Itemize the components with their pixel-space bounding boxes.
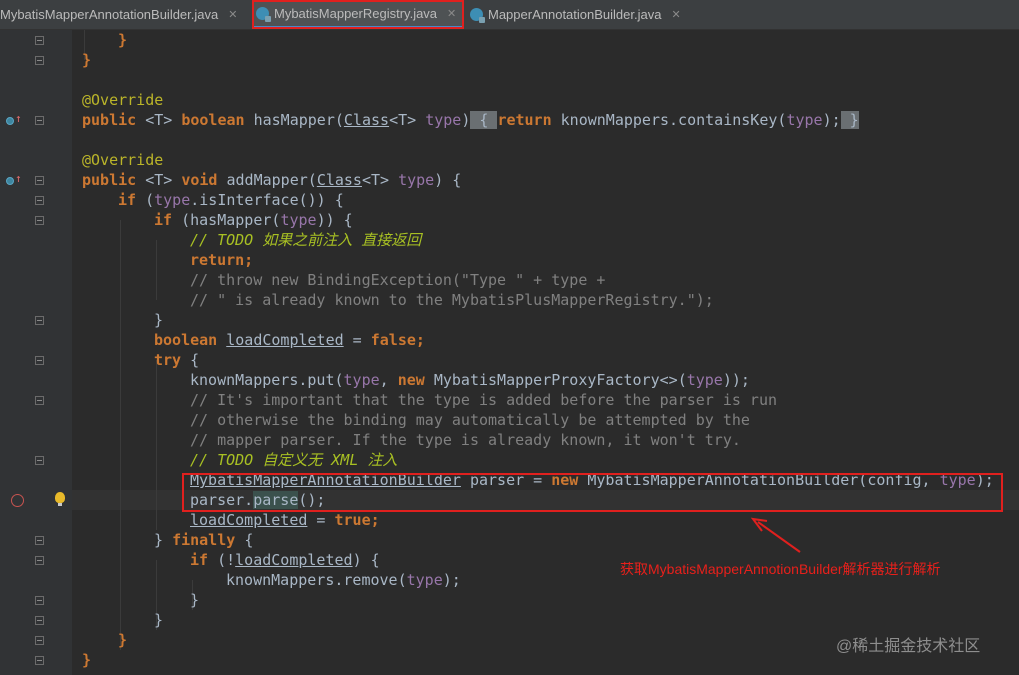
tab-mybatis-mapper-annotation-builder[interactable]: MybatisMapperAnnotationBuilder.java ✕	[0, 0, 246, 29]
code-line: // It's important that the type is added…	[190, 391, 777, 409]
code-line: }	[82, 651, 92, 669]
code-line: try {	[154, 351, 200, 369]
highlight-box	[182, 473, 1003, 512]
code-line: // mapper parser. If the type is already…	[190, 431, 741, 449]
fold-marker-icon[interactable]	[35, 116, 44, 125]
fold-marker-icon[interactable]	[35, 216, 44, 225]
fold-marker-icon[interactable]	[35, 536, 44, 545]
code-line: } finally {	[154, 531, 254, 549]
code-line: knownMappers.put(type, new MybatisMapper…	[190, 371, 750, 389]
code-line: }	[190, 591, 200, 609]
code-line: loadCompleted = true;	[190, 511, 380, 529]
implements-method-icon[interactable]: ↑	[6, 113, 22, 126]
code-line: return;	[190, 251, 254, 269]
tab-label: MybatisMapperAnnotationBuilder.java	[0, 7, 219, 22]
java-class-icon	[470, 8, 485, 23]
fold-marker-icon[interactable]	[35, 556, 44, 565]
code-line: }	[154, 611, 164, 629]
code-line: if (type.isInterface()) {	[118, 191, 344, 209]
tab-label: MybatisMapperRegistry.java	[274, 5, 438, 21]
fold-marker-icon[interactable]	[35, 616, 44, 625]
editor-gutter: ↑ ↑	[0, 30, 72, 675]
editor-tab-bar: MybatisMapperAnnotationBuilder.java ✕ My…	[0, 0, 1019, 30]
code-line: }	[118, 31, 128, 49]
watermark: @稀土掘金技术社区	[836, 638, 981, 655]
code-line: }	[82, 51, 92, 69]
code-line: if (!loadCompleted) {	[190, 551, 380, 569]
fold-marker-icon[interactable]	[35, 636, 44, 645]
breakpoint-icon[interactable]	[11, 494, 24, 507]
tab-mybatis-mapper-registry[interactable]: MybatisMapperRegistry.java ✕	[252, 0, 464, 29]
fold-marker-icon[interactable]	[35, 176, 44, 185]
code-line: // TODO 自定义无 XML 注入	[190, 451, 398, 469]
code-line: if (hasMapper(type)) {	[154, 211, 353, 229]
code-line: @Override	[82, 91, 164, 109]
fold-marker-icon[interactable]	[35, 316, 44, 325]
fold-marker-icon[interactable]	[35, 36, 44, 45]
fold-marker-icon[interactable]	[35, 356, 44, 365]
annotation-text: 获取MybatisMapperAnnotionBuilder解析器进行解析	[620, 561, 941, 577]
lightbulb-icon[interactable]	[55, 492, 65, 506]
code-line: }	[154, 311, 164, 329]
java-class-icon	[256, 6, 271, 22]
code-line: @Override	[82, 151, 164, 169]
code-line: }	[118, 631, 128, 649]
code-line: knownMappers.remove(type);	[226, 571, 461, 589]
implements-method-icon[interactable]: ↑	[6, 173, 22, 186]
code-line: // throw new BindingException("Type " + …	[190, 271, 606, 289]
code-line: public <T> boolean hasMapper(Class<T> ty…	[82, 111, 859, 129]
tab-label: MapperAnnotationBuilder.java	[488, 7, 662, 22]
tab-mapper-annotation-builder[interactable]: MapperAnnotationBuilder.java ✕	[466, 0, 692, 29]
code-line: public <T> void addMapper(Class<T> type)…	[82, 171, 462, 189]
close-icon[interactable]: ✕	[228, 8, 237, 21]
close-icon[interactable]: ✕	[671, 8, 680, 21]
code-line: // otherwise the binding may automatical…	[190, 411, 750, 429]
close-icon[interactable]: ✕	[447, 7, 456, 20]
fold-marker-icon[interactable]	[35, 596, 44, 605]
fold-marker-icon[interactable]	[35, 456, 44, 465]
fold-marker-icon[interactable]	[35, 396, 44, 405]
code-line: // " is already known to the MybatisPlus…	[190, 291, 714, 309]
fold-marker-icon[interactable]	[35, 56, 44, 65]
code-line: boolean loadCompleted = false;	[154, 331, 425, 349]
code-line: // TODO 如果之前注入 直接返回	[190, 231, 422, 249]
fold-marker-icon[interactable]	[35, 656, 44, 665]
fold-marker-icon[interactable]	[35, 196, 44, 205]
